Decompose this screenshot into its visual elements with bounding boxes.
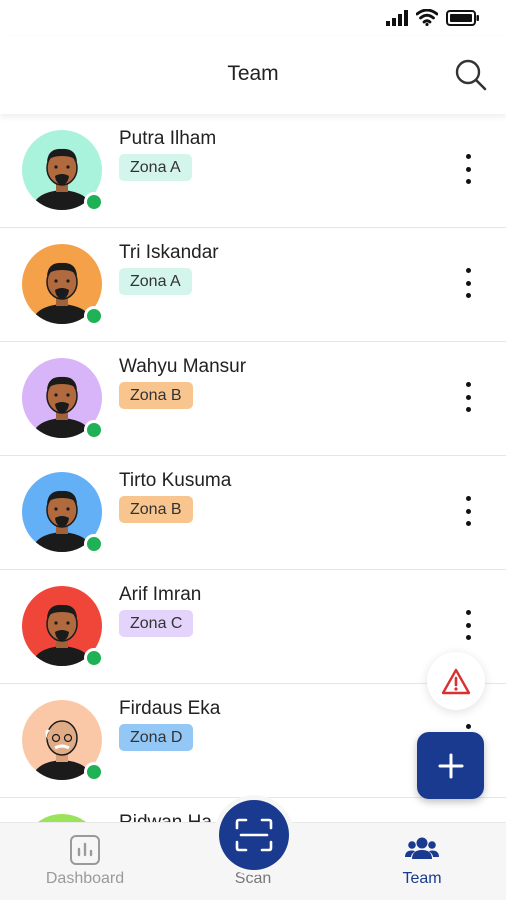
zone-badge: Zona C (119, 610, 194, 637)
avatar (22, 700, 104, 782)
member-name: Tirto Kusuma (119, 470, 232, 491)
zone-badge: Zona B (119, 382, 193, 409)
avatar-image (22, 814, 102, 822)
zone-badge: Zona A (119, 268, 192, 295)
online-status-indicator (84, 192, 104, 212)
online-status-indicator (84, 534, 104, 554)
team-member-row[interactable]: Putra Ilham Zona A (0, 114, 506, 228)
more-options-button[interactable] (458, 382, 478, 412)
member-name: Firdaus Eka (119, 698, 221, 719)
more-vertical-icon (465, 154, 471, 159)
member-name: Wahyu Mansur (119, 356, 247, 377)
zone-badge: Zona D (119, 724, 194, 751)
nav-team[interactable]: Team (357, 823, 487, 900)
team-member-list: Putra Ilham Zona A Tri Iskandar Zona A W… (0, 114, 506, 822)
search-icon (455, 59, 487, 91)
more-vertical-icon (465, 496, 471, 501)
member-name: Ridwan Ha (119, 812, 212, 822)
more-options-button[interactable] (458, 496, 478, 526)
more-vertical-icon (465, 268, 471, 273)
team-member-row[interactable]: Wahyu Mansur Zona B (0, 342, 506, 456)
alert-button[interactable] (427, 652, 485, 710)
nav-dashboard[interactable]: Dashboard (20, 823, 150, 900)
add-member-button[interactable] (417, 732, 484, 799)
online-status-indicator (84, 648, 104, 668)
nav-dashboard-label: Dashboard (45, 870, 125, 887)
more-vertical-icon (465, 382, 471, 387)
page-title: Team (227, 62, 279, 85)
scan-icon (235, 818, 273, 852)
status-bar (0, 0, 506, 36)
signal-icon (386, 9, 408, 26)
member-name: Putra Ilham (119, 128, 217, 149)
scan-button[interactable] (219, 800, 289, 870)
more-options-button[interactable] (458, 154, 478, 184)
status-icons (386, 9, 480, 26)
warning-icon (441, 668, 471, 694)
avatar (22, 814, 104, 822)
nav-scan-label: Scan (234, 870, 272, 887)
team-member-row[interactable]: Tirto Kusuma Zona B (0, 456, 506, 570)
avatar (22, 244, 104, 326)
online-status-indicator (84, 420, 104, 440)
zone-badge: Zona A (119, 154, 192, 181)
battery-icon (446, 9, 479, 26)
users-icon (405, 837, 439, 859)
avatar (22, 586, 104, 668)
zone-badge: Zona B (119, 496, 193, 523)
avatar (22, 358, 104, 440)
member-name: Tri Iskandar (119, 242, 219, 263)
search-button[interactable] (454, 58, 488, 92)
more-vertical-icon (465, 610, 471, 615)
more-options-button[interactable] (458, 268, 478, 298)
online-status-indicator (84, 306, 104, 326)
member-name: Arif Imran (119, 584, 202, 605)
more-vertical-icon (465, 724, 471, 729)
more-options-button[interactable] (458, 610, 478, 640)
team-member-row[interactable]: Tri Iskandar Zona A (0, 228, 506, 342)
wifi-icon (416, 9, 438, 26)
plus-icon (438, 753, 463, 778)
app-header: Team (0, 36, 506, 114)
avatar (22, 472, 104, 554)
online-status-indicator (84, 762, 104, 782)
avatar (22, 130, 104, 212)
nav-team-label: Team (402, 870, 442, 887)
bar-chart-icon (70, 835, 100, 865)
